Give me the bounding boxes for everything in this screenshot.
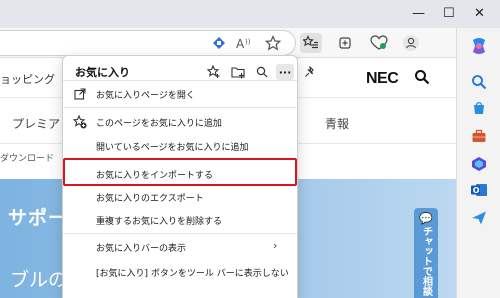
menu-premium[interactable]: プレミア bbox=[12, 115, 60, 132]
svg-text:A: A bbox=[236, 37, 245, 50]
nav-text-shopping[interactable]: ョッピング bbox=[0, 71, 55, 87]
open-favorites-page-item[interactable]: お気に入りページを開く bbox=[63, 83, 297, 105]
remove-duplicates-item[interactable]: 重複するお気に入りを削除する bbox=[63, 209, 297, 231]
hero-title: サポー bbox=[8, 207, 69, 229]
favorites-icon[interactable] bbox=[300, 33, 322, 53]
favorites-title: お気に入り bbox=[75, 66, 130, 79]
translate-icon[interactable] bbox=[208, 33, 230, 53]
nec-logo[interactable]: NEC bbox=[366, 70, 399, 88]
chat-tab-label: チャットで相談 bbox=[420, 226, 432, 296]
menu-divider bbox=[63, 107, 297, 108]
menu-item-label: お気に入りページを開く bbox=[96, 91, 195, 101]
menu-item-label: 開いているページをお気に入りに追加 bbox=[96, 143, 249, 153]
chat-consult-tab[interactable]: 💬 チャットで相談 bbox=[414, 208, 438, 298]
export-favorites-item[interactable]: お気に入りのエクスポート bbox=[63, 186, 297, 208]
svg-text:O: O bbox=[473, 186, 480, 195]
chat-bubble-icon: 💬 bbox=[419, 212, 433, 225]
close-button[interactable]: ✕ bbox=[474, 6, 485, 21]
site-search-icon[interactable] bbox=[414, 69, 430, 89]
add-open-pages-item[interactable]: 開いているページをお気に入りに追加 bbox=[63, 135, 297, 157]
menu-item-label: 重複するお気に入りを削除する bbox=[96, 217, 223, 227]
header-divider bbox=[63, 80, 297, 81]
more-options-icon[interactable]: ··· bbox=[276, 64, 294, 80]
tools-icon[interactable] bbox=[469, 126, 489, 146]
add-this-page-item[interactable]: このページをお気に入りに追加 bbox=[63, 111, 297, 133]
menu-item-label: このページをお気に入りに追加 bbox=[96, 119, 222, 129]
menu-item-label: お気に入りのエクスポート bbox=[96, 194, 204, 204]
add-favorite-icon bbox=[73, 115, 87, 129]
menu-item-label: [お気に入り] ボタンをツール バーに表示しない bbox=[96, 269, 289, 279]
menu-info[interactable]: 青報 bbox=[325, 115, 349, 132]
chevron-right-icon: › bbox=[273, 239, 278, 252]
office-icon[interactable] bbox=[469, 154, 489, 174]
send-icon[interactable] bbox=[469, 208, 489, 228]
maximize-button[interactable]: ☐ bbox=[443, 6, 455, 21]
import-highlight-box bbox=[63, 158, 297, 186]
browser-essentials-icon[interactable] bbox=[368, 33, 390, 53]
read-aloud-icon[interactable]: A)) bbox=[234, 33, 256, 53]
add-folder-icon[interactable] bbox=[229, 64, 247, 80]
copilot-icon[interactable] bbox=[469, 36, 489, 56]
edge-sidebar: O bbox=[456, 28, 500, 298]
menu-item-label: お気に入りバーの表示 bbox=[96, 244, 187, 254]
open-external-icon bbox=[73, 87, 87, 101]
search-favorites-icon[interactable] bbox=[253, 64, 271, 80]
pin-icon[interactable] bbox=[301, 64, 319, 80]
collections-icon[interactable] bbox=[334, 33, 356, 53]
favorite-star-icon[interactable] bbox=[262, 33, 284, 53]
profile-icon[interactable] bbox=[400, 33, 422, 53]
hide-favorites-button-item[interactable]: [お気に入り] ボタンをツール バーに表示しない bbox=[63, 261, 297, 283]
minimize-button[interactable]: — bbox=[412, 6, 425, 21]
menu-divider bbox=[63, 233, 297, 234]
shopping-icon[interactable] bbox=[469, 98, 489, 118]
show-favorites-bar-item[interactable]: お気に入りバーの表示 › bbox=[63, 236, 297, 258]
outlook-icon[interactable]: O bbox=[469, 180, 489, 200]
svg-text:)): )) bbox=[245, 38, 251, 46]
title-bar: — ☐ ✕ bbox=[0, 0, 500, 28]
add-favorite-icon[interactable] bbox=[205, 64, 223, 80]
breadcrumb[interactable]: ダウンロード bbox=[0, 151, 54, 164]
search-icon[interactable] bbox=[469, 72, 489, 92]
browser-toolbar: A)) bbox=[0, 28, 456, 58]
